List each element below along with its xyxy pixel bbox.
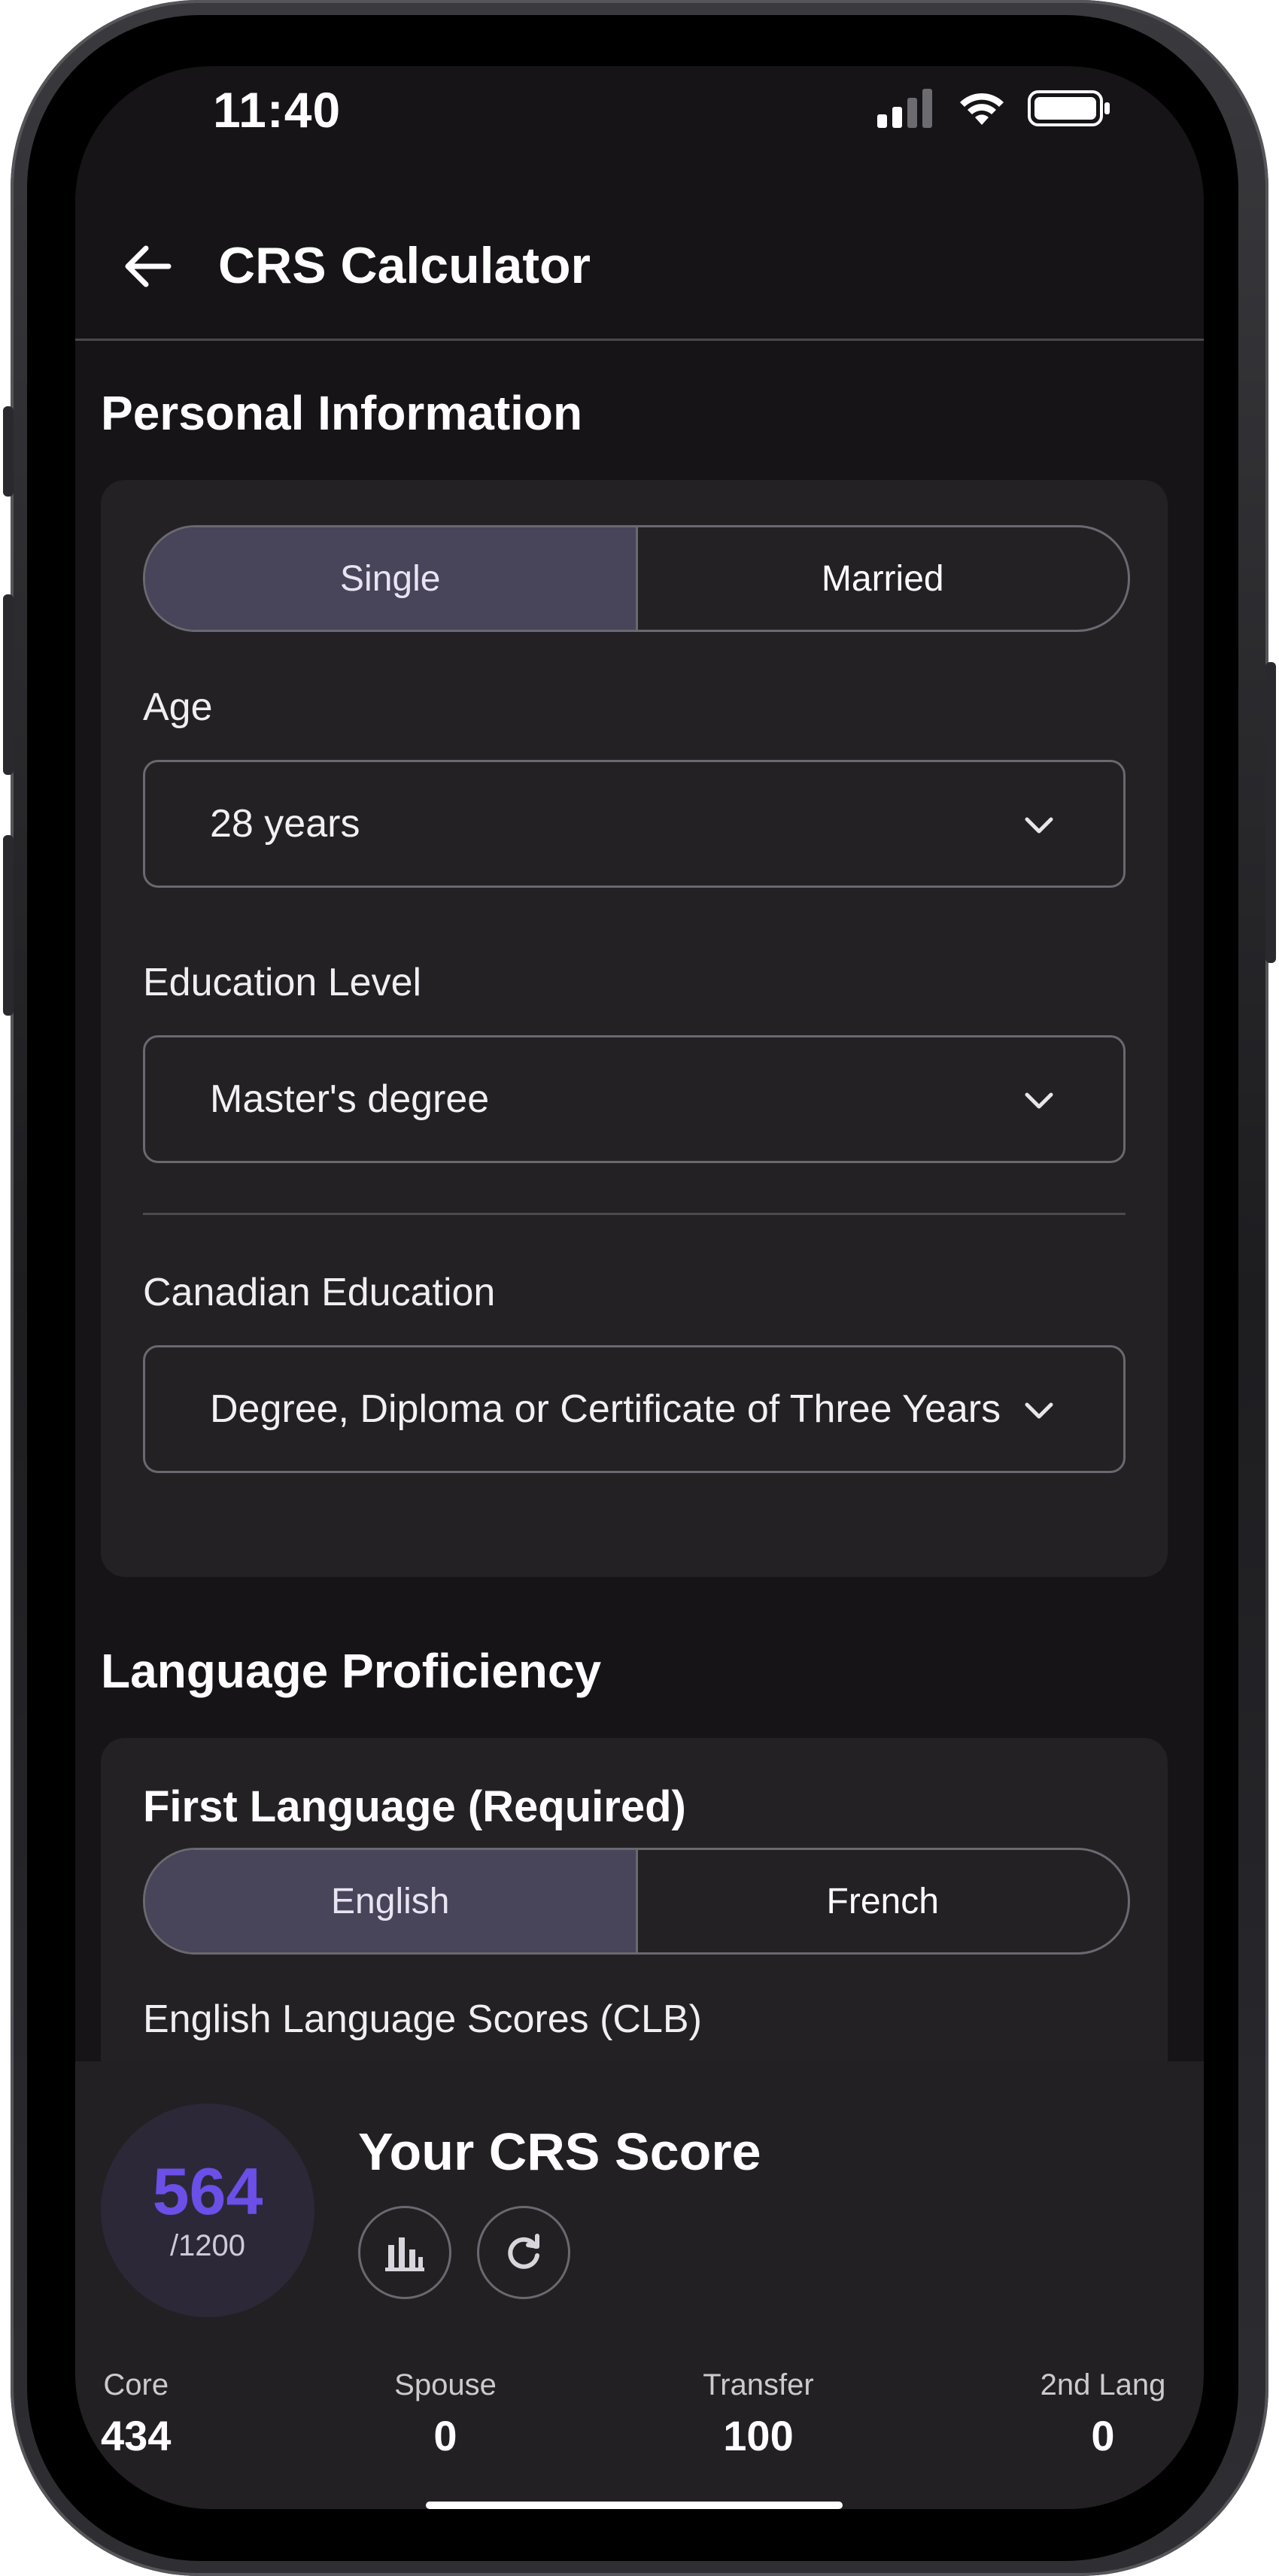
language-option-english[interactable]: English [145,1850,638,1952]
page-title: CRS Calculator [218,237,591,294]
stat-label: Transfer [703,2368,814,2401]
stat-value: 100 [723,2412,794,2459]
chevron-down-icon [1025,1092,1053,1109]
marital-status-toggle: Single Married [143,525,1130,632]
canadian-education-value: Degree, Diploma or Certificate of Three … [210,1387,1007,1431]
side-button-volume-down [3,835,14,1016]
marital-option-married[interactable]: Married [638,527,1129,630]
wifi-icon [960,93,1004,125]
first-language-label: First Language (Required) [143,1782,686,1831]
section-divider [143,1213,1126,1215]
cellular-signal-icon [877,89,932,128]
stat-label: Core [103,2368,169,2401]
language-option-french[interactable]: French [638,1850,1129,1952]
app-bar: CRS Calculator [75,209,1204,341]
side-button-volume-up [3,594,14,775]
score-panel: 564 /1200 Your CRS Score Core 434 Spouse [75,2061,1204,2509]
stat-spouse: Spouse 0 [382,2368,509,2460]
canadian-education-label: Canadian Education [143,1271,496,1314]
stat-core: Core 434 [101,2368,171,2460]
age-value: 28 years [210,802,360,846]
status-bar: 11:40 [75,66,1204,187]
stat-value: 434 [101,2412,172,2459]
english-scores-label: English Language Scores (CLB) [143,1997,702,2041]
stat-second-language: 2nd Lang 0 [1028,2368,1178,2460]
bar-chart-icon [385,2237,424,2271]
score-badge: 564 /1200 [101,2104,314,2317]
education-level-select[interactable]: Master's degree [143,1035,1126,1163]
score-title: Your CRS Score [358,2122,761,2181]
side-button-power [1265,662,1276,963]
canadian-education-select[interactable]: Degree, Diploma or Certificate of Three … [143,1345,1126,1473]
education-level-value: Master's degree [210,1077,490,1121]
chevron-down-icon [1025,1402,1053,1419]
battery-icon [1028,90,1110,126]
refresh-icon [508,2234,539,2269]
stat-value: 0 [433,2412,457,2459]
breakdown-chart-button[interactable] [358,2206,451,2299]
age-label: Age [143,685,213,729]
age-select[interactable]: 28 years [143,760,1126,888]
home-indicator [426,2502,843,2509]
personal-info-card: Single Married Age 28 years Education Le… [101,480,1168,1577]
reset-button[interactable] [477,2206,570,2299]
back-arrow-icon[interactable] [120,239,175,293]
section-title-personal: Personal Information [101,386,583,440]
stat-transfer: Transfer 100 [683,2368,834,2460]
side-button-mute [3,406,14,497]
score-value: 564 [152,2153,263,2228]
stat-value: 0 [1091,2412,1115,2459]
marital-option-single[interactable]: Single [145,527,638,630]
chevron-down-icon [1025,817,1053,834]
first-language-toggle: English French [143,1848,1130,1955]
status-time: 11:40 [213,82,342,138]
education-level-label: Education Level [143,961,422,1004]
stat-label: 2nd Lang [1040,2368,1166,2401]
screen: 11:40 CRS Calculator Personal Informatio… [75,66,1204,2509]
section-title-language: Language Proficiency [101,1644,602,1698]
stat-label: Spouse [394,2368,497,2401]
score-max: /1200 [169,2228,246,2262]
